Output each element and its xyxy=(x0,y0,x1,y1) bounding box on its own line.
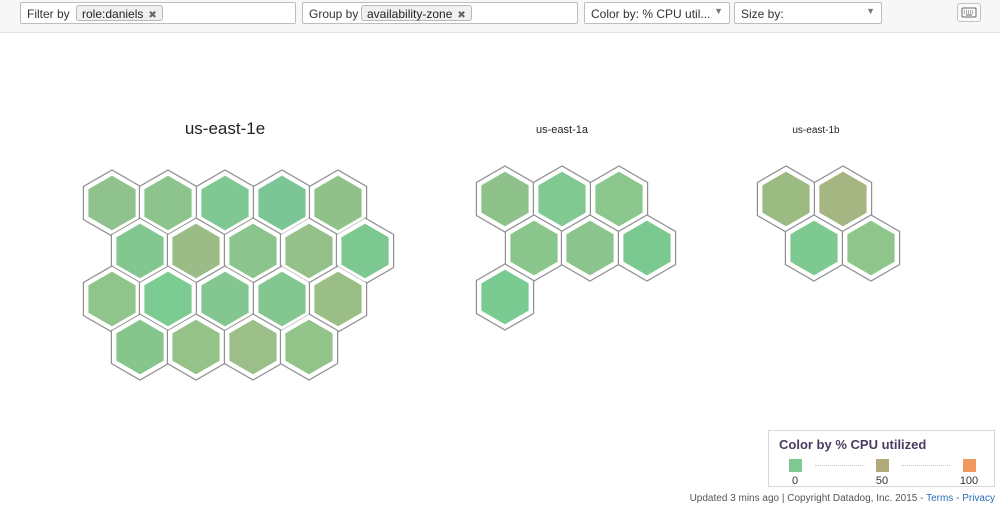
host-hexagon[interactable] xyxy=(759,168,813,230)
host-hexagon[interactable] xyxy=(255,268,309,330)
host-hexagon[interactable] xyxy=(478,266,532,328)
keyboard-icon xyxy=(961,7,977,18)
host-hexagon[interactable] xyxy=(198,172,252,234)
host-hexagon[interactable] xyxy=(85,172,139,234)
filter-chip-text: role:daniels xyxy=(82,7,144,21)
size-by-select[interactable]: Size by: ▼ xyxy=(734,2,882,24)
chevron-down-icon: ▼ xyxy=(714,6,723,16)
remove-filter-icon[interactable]: ✖ xyxy=(148,10,156,21)
legend-tick-0: 0 xyxy=(791,475,799,487)
legend-swatch-50 xyxy=(876,459,889,472)
host-hexagon[interactable] xyxy=(844,217,898,279)
size-by-value: Size by: xyxy=(741,7,784,21)
host-hexagon[interactable] xyxy=(198,268,252,330)
copyright-text: Copyright Datadog, Inc. 2015 xyxy=(787,493,918,504)
keyboard-shortcuts-button[interactable] xyxy=(957,3,981,22)
host-hexagon[interactable] xyxy=(169,316,223,378)
group-chip[interactable]: availability-zone ✖ xyxy=(361,5,472,21)
host-hexagon[interactable] xyxy=(282,220,336,282)
host-map xyxy=(82,165,901,381)
host-hexagon[interactable] xyxy=(85,268,139,330)
legend-tick-100: 100 xyxy=(959,475,979,487)
group-label: Group by xyxy=(309,7,359,21)
privacy-link[interactable]: Privacy xyxy=(962,493,995,504)
legend-divider xyxy=(902,465,950,466)
color-by-select[interactable]: Color by: % CPU util... ▼ xyxy=(584,2,730,24)
toolbar: Filter by role:daniels ✖ Group by availab… xyxy=(0,0,1000,33)
host-hexagon[interactable] xyxy=(311,172,365,234)
legend-title: Color by % CPU utilized xyxy=(779,437,927,452)
group-chip-text: availability-zone xyxy=(367,7,453,21)
terms-link[interactable]: Terms xyxy=(926,493,953,504)
legend-tick-50: 50 xyxy=(875,475,889,487)
color-by-value: Color by: % CPU util... xyxy=(591,7,711,21)
host-hexagon[interactable] xyxy=(226,316,280,378)
host-hexagon[interactable] xyxy=(113,220,167,282)
host-hexagon[interactable] xyxy=(507,217,561,279)
legend-divider xyxy=(815,465,863,466)
host-hexagon[interactable] xyxy=(141,268,195,330)
remove-group-icon[interactable]: ✖ xyxy=(457,10,465,21)
host-hexagon[interactable] xyxy=(141,172,195,234)
chevron-down-icon: ▼ xyxy=(866,6,875,16)
filter-field[interactable]: Filter by role:daniels ✖ xyxy=(20,2,296,24)
host-hexagon[interactable] xyxy=(478,168,532,230)
footer: Updated 3 mins ago | Copyright Datadog, … xyxy=(689,493,995,504)
legend-swatch-0 xyxy=(789,459,802,472)
color-legend: Color by % CPU utilized 0 50 100 xyxy=(768,430,995,487)
host-hexagon[interactable] xyxy=(226,220,280,282)
host-hexagon[interactable] xyxy=(592,168,646,230)
legend-swatch-100 xyxy=(963,459,976,472)
host-hexagon[interactable] xyxy=(535,168,589,230)
host-hexagon[interactable] xyxy=(113,316,167,378)
host-hexagon[interactable] xyxy=(311,268,365,330)
filter-label: Filter by xyxy=(27,7,70,21)
group-field[interactable]: Group by availability-zone ✖ xyxy=(302,2,578,24)
host-hexagon[interactable] xyxy=(255,172,309,234)
host-hexagon[interactable] xyxy=(563,217,617,279)
updated-text: Updated 3 mins ago xyxy=(689,493,780,504)
host-hexagon[interactable] xyxy=(282,316,336,378)
host-hexagon[interactable] xyxy=(620,217,674,279)
host-hexagon[interactable] xyxy=(787,217,841,279)
host-hexagon[interactable] xyxy=(169,220,223,282)
host-hexagon[interactable] xyxy=(816,168,870,230)
host-hexagon[interactable] xyxy=(338,220,392,282)
filter-chip[interactable]: role:daniels ✖ xyxy=(76,5,163,21)
